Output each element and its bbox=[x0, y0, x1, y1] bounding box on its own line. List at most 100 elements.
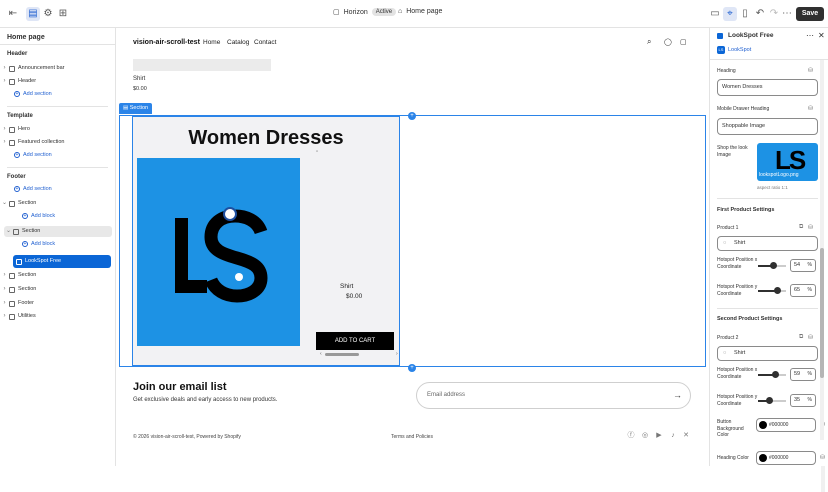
external-link-icon[interactable]: ⧉ bbox=[799, 334, 803, 341]
broken-image-icon: ▫ bbox=[316, 149, 319, 155]
percent-unit: % bbox=[807, 287, 812, 293]
color-swatch[interactable] bbox=[759, 454, 767, 462]
hotspot-2-icon[interactable] bbox=[235, 273, 243, 281]
exit-icon[interactable]: ⇤ bbox=[6, 7, 20, 21]
instagram-icon[interactable]: ◎ bbox=[641, 432, 649, 440]
x-icon[interactable]: ✕ bbox=[682, 432, 690, 440]
section-icon bbox=[9, 300, 15, 307]
sidebar-item-section[interactable]: › Section bbox=[0, 270, 114, 281]
add-section-button[interactable]: + Add section bbox=[14, 152, 52, 158]
close-icon[interactable]: ✕ bbox=[818, 31, 825, 40]
lookspot-block[interactable]: Women Dresses ▫ Shirt $0.00 ADD TO CART … bbox=[132, 116, 400, 366]
desktop-view-icon[interactable]: ▭ bbox=[708, 7, 722, 21]
youtube-icon[interactable]: ▶ bbox=[655, 432, 663, 440]
button-bg-color-input[interactable]: #000000 bbox=[756, 418, 816, 432]
mobile-view-icon[interactable]: ▯ bbox=[738, 7, 752, 21]
divider bbox=[0, 44, 115, 45]
add-section-button[interactable]: + Add section bbox=[14, 186, 52, 192]
add-section-above-icon[interactable]: + bbox=[408, 112, 416, 120]
email-input[interactable]: Email address → bbox=[416, 382, 691, 409]
search-icon[interactable]: ⌕ bbox=[647, 37, 651, 47]
sections-icon[interactable]: ▤ bbox=[26, 7, 40, 21]
section-icon bbox=[9, 139, 15, 146]
chevron-right-icon[interactable]: › bbox=[396, 351, 398, 357]
lookspot-logo bbox=[175, 207, 268, 303]
theme-settings-icon[interactable]: ⚙ bbox=[41, 7, 55, 21]
terms-link[interactable]: Terms and Policies bbox=[391, 434, 433, 440]
chevron-right-icon: › bbox=[3, 313, 6, 319]
add-section-button[interactable]: + Add section bbox=[14, 91, 52, 97]
add-section-below-icon[interactable]: + bbox=[408, 364, 416, 372]
p1-y-input[interactable]: 65% bbox=[790, 284, 816, 297]
add-block-button[interactable]: + Add block bbox=[22, 241, 55, 247]
p1-y-slider-handle[interactable] bbox=[774, 287, 781, 294]
product1-picker[interactable]: ◌ Shirt bbox=[717, 236, 818, 251]
sidebar-item-featured-collection[interactable]: › Featured collection bbox=[0, 137, 114, 148]
nav-contact[interactable]: Contact bbox=[254, 39, 276, 46]
page-selector[interactable]: ⌂ Home page bbox=[398, 8, 442, 15]
p2-x-slider-handle[interactable] bbox=[772, 371, 779, 378]
p1-x-slider-handle[interactable] bbox=[770, 262, 777, 269]
sidebar-item-announcement-bar[interactable]: › Announcement bar bbox=[0, 63, 114, 74]
apps-icon[interactable]: ⊞ bbox=[56, 7, 70, 21]
redo-icon[interactable]: ↷ bbox=[767, 7, 781, 21]
arrow-right-icon[interactable]: → bbox=[673, 383, 682, 408]
product-image-placeholder bbox=[133, 59, 271, 71]
more-icon[interactable]: ⋯ bbox=[806, 31, 814, 40]
sidebar-item-lookspot-free[interactable]: LookSpot Free bbox=[13, 255, 111, 268]
store-name[interactable]: vision-air-scroll-test bbox=[133, 39, 200, 46]
p1-x-input[interactable]: 54% bbox=[790, 259, 816, 272]
tiktok-icon[interactable]: ♪ bbox=[669, 432, 677, 440]
nav-home[interactable]: Home bbox=[203, 39, 220, 46]
theme-name[interactable]: ▢ Horizon Active bbox=[333, 8, 397, 16]
heading-label: Heading bbox=[717, 68, 736, 74]
external-link-icon[interactable]: ⧉ bbox=[799, 224, 803, 231]
p2-y-slider-handle[interactable] bbox=[766, 397, 773, 404]
account-icon[interactable]: ◯ bbox=[664, 38, 672, 46]
database-icon[interactable]: ⛁ bbox=[808, 334, 813, 341]
mobile-heading-input[interactable]: Shoppable Image bbox=[717, 118, 818, 135]
image-picker[interactable]: LS lookspotLogo.png bbox=[757, 143, 818, 181]
undo-icon[interactable]: ↶ bbox=[753, 7, 767, 21]
chevron-left-icon[interactable]: ‹ bbox=[320, 351, 322, 357]
product-price: $0.00 bbox=[133, 86, 147, 92]
more-icon[interactable]: ⋯ bbox=[780, 7, 794, 21]
database-icon[interactable]: ⛁ bbox=[808, 224, 813, 231]
sidebar-item-section[interactable]: › Section bbox=[0, 284, 114, 295]
hotspot-1-icon[interactable] bbox=[223, 207, 237, 221]
add-block-button[interactable]: + Add block bbox=[22, 213, 55, 219]
database-icon[interactable]: ⛁ bbox=[820, 454, 825, 461]
save-button[interactable]: Save bbox=[796, 7, 824, 21]
carousel-scrollbar[interactable]: ‹ › bbox=[320, 351, 398, 357]
p2-x-input[interactable]: 59% bbox=[790, 368, 816, 381]
color-swatch[interactable] bbox=[759, 421, 767, 429]
sidebar-item-section-selected[interactable]: ⌄ Section bbox=[4, 226, 112, 237]
add-to-cart-button[interactable]: ADD TO CART bbox=[316, 332, 394, 350]
product2-picker[interactable]: ◌ Shirt bbox=[717, 346, 818, 361]
theme-icon: ▢ bbox=[333, 9, 340, 16]
product2-label: Product 2 bbox=[717, 335, 739, 341]
database-icon[interactable]: ⛁ bbox=[808, 105, 813, 112]
database-icon[interactable]: ⛁ bbox=[808, 67, 813, 74]
cart-icon[interactable]: ▢ bbox=[680, 38, 687, 46]
heading-color-input[interactable]: #000000 bbox=[756, 451, 816, 465]
heading-input[interactable]: Women Dresses bbox=[717, 79, 818, 96]
button-bg-label: Button Background Color bbox=[717, 419, 744, 438]
section-icon bbox=[9, 78, 15, 85]
sidebar-item-hero[interactable]: › Hero bbox=[0, 124, 114, 135]
inspector-icon[interactable]: ⌖ bbox=[723, 7, 737, 21]
sidebar-item-header[interactable]: › Header bbox=[0, 76, 114, 87]
panel-scrollbar-thumb[interactable] bbox=[820, 248, 824, 378]
nav-catalog[interactable]: Catalog bbox=[227, 39, 249, 46]
email-heading: Join our email list bbox=[133, 381, 227, 393]
scrollbar-thumb[interactable] bbox=[325, 353, 359, 356]
chevron-right-icon: › bbox=[3, 78, 6, 84]
sidebar-item-footer[interactable]: › Footer bbox=[0, 298, 114, 309]
product-title[interactable]: Shirt bbox=[133, 76, 145, 82]
facebook-icon[interactable]: ⓕ bbox=[627, 432, 635, 440]
p2-y-input[interactable]: 35% bbox=[790, 394, 816, 407]
sidebar-item-utilities[interactable]: › Utilities bbox=[0, 311, 114, 322]
chevron-right-icon: › bbox=[3, 139, 6, 145]
app-link[interactable]: LookSpot bbox=[728, 47, 751, 53]
sidebar-item-section[interactable]: ⌄ Section bbox=[0, 198, 114, 209]
